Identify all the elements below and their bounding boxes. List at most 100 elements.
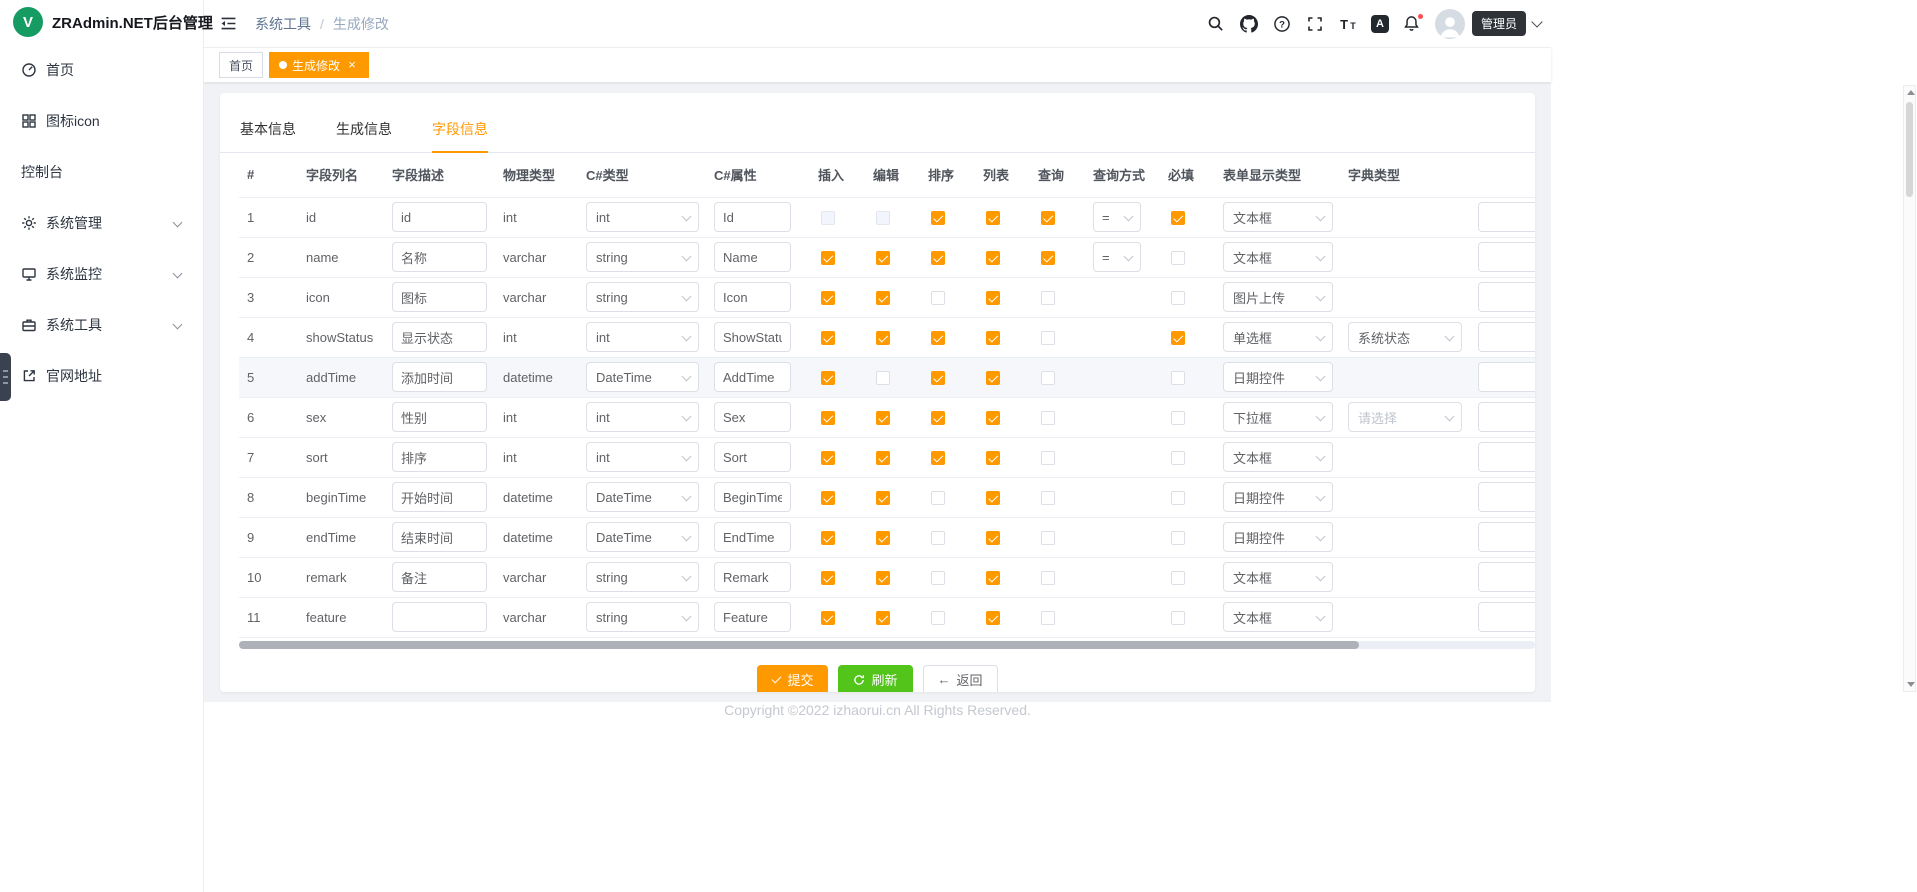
insert-checkbox[interactable]	[821, 451, 835, 465]
scroll-up-arrow[interactable]	[1907, 90, 1915, 95]
extra-input[interactable]	[1478, 442, 1535, 472]
desc-input[interactable]	[392, 402, 487, 432]
required-checkbox[interactable]	[1171, 291, 1185, 305]
sidebar-item-system-admin[interactable]: 系统管理	[0, 197, 203, 248]
list-checkbox[interactable]	[986, 491, 1000, 505]
query-checkbox[interactable]	[1041, 331, 1055, 345]
horizontal-scrollbar[interactable]	[239, 641, 1535, 649]
sort-checkbox[interactable]	[931, 611, 945, 625]
required-checkbox[interactable]	[1171, 531, 1185, 545]
html-type-select[interactable]: 单选框	[1223, 322, 1333, 352]
cs-type-select[interactable]: string	[586, 242, 699, 272]
cs-type-select[interactable]: string	[586, 602, 699, 632]
vertical-scrollbar-thumb[interactable]	[1906, 102, 1913, 197]
extra-input[interactable]	[1478, 522, 1535, 552]
edit-checkbox[interactable]	[876, 411, 890, 425]
refresh-button[interactable]: 刷新	[838, 665, 912, 693]
dict-type-select[interactable]: 请选择	[1348, 402, 1462, 432]
required-checkbox[interactable]	[1171, 331, 1185, 345]
sort-checkbox[interactable]	[931, 411, 945, 425]
insert-checkbox[interactable]	[821, 211, 835, 225]
insert-checkbox[interactable]	[821, 571, 835, 585]
required-checkbox[interactable]	[1171, 251, 1185, 265]
tag-home[interactable]: 首页	[219, 52, 263, 78]
fullscreen-icon[interactable]	[1305, 14, 1325, 34]
required-checkbox[interactable]	[1171, 411, 1185, 425]
vertical-scrollbar[interactable]	[1903, 85, 1916, 692]
html-type-select[interactable]: 文本框	[1223, 442, 1333, 472]
desc-input[interactable]	[392, 522, 487, 552]
cs-attr-input[interactable]	[714, 202, 791, 232]
query-checkbox[interactable]	[1041, 611, 1055, 625]
sort-checkbox[interactable]	[931, 571, 945, 585]
cs-attr-input[interactable]	[714, 362, 791, 392]
query-checkbox[interactable]	[1041, 411, 1055, 425]
list-checkbox[interactable]	[986, 291, 1000, 305]
query-type-select[interactable]: =	[1093, 242, 1141, 272]
cs-type-select[interactable]: DateTime	[586, 482, 699, 512]
desc-input[interactable]	[392, 282, 487, 312]
user-menu[interactable]: 管理员	[1435, 9, 1541, 39]
edit-checkbox[interactable]	[876, 371, 890, 385]
desc-input[interactable]	[392, 562, 487, 592]
scroll-down-arrow[interactable]	[1907, 682, 1915, 687]
required-checkbox[interactable]	[1171, 571, 1185, 585]
html-type-select[interactable]: 文本框	[1223, 562, 1333, 592]
list-checkbox[interactable]	[986, 411, 1000, 425]
query-checkbox[interactable]	[1041, 451, 1055, 465]
cs-attr-input[interactable]	[714, 562, 791, 592]
html-type-select[interactable]: 文本框	[1223, 242, 1333, 272]
edit-checkbox[interactable]	[876, 291, 890, 305]
tab-field-info[interactable]: 字段信息	[432, 119, 488, 152]
html-type-select[interactable]: 文本框	[1223, 202, 1333, 232]
cs-type-select[interactable]: DateTime	[586, 362, 699, 392]
html-type-select[interactable]: 日期控件	[1223, 482, 1333, 512]
notification-bell-icon[interactable]	[1402, 14, 1422, 34]
desc-input[interactable]	[392, 322, 487, 352]
insert-checkbox[interactable]	[821, 611, 835, 625]
cs-type-select[interactable]: DateTime	[586, 522, 699, 552]
html-type-select[interactable]: 图片上传	[1223, 282, 1333, 312]
cs-attr-input[interactable]	[714, 522, 791, 552]
query-checkbox[interactable]	[1041, 531, 1055, 545]
query-type-select[interactable]: =	[1093, 202, 1141, 232]
extra-input[interactable]	[1478, 482, 1535, 512]
html-type-select[interactable]: 日期控件	[1223, 362, 1333, 392]
cs-attr-input[interactable]	[714, 402, 791, 432]
tag-active[interactable]: 生成修改 ×	[269, 52, 369, 78]
query-checkbox[interactable]	[1041, 211, 1055, 225]
cs-type-select[interactable]: int	[586, 402, 699, 432]
query-checkbox[interactable]	[1041, 291, 1055, 305]
font-size-icon[interactable]: TT	[1338, 14, 1358, 34]
cs-attr-input[interactable]	[714, 482, 791, 512]
insert-checkbox[interactable]	[821, 251, 835, 265]
insert-checkbox[interactable]	[821, 411, 835, 425]
sidebar-collapse-button[interactable]	[218, 14, 238, 34]
list-checkbox[interactable]	[986, 371, 1000, 385]
extra-input[interactable]	[1478, 282, 1535, 312]
cs-attr-input[interactable]	[714, 442, 791, 472]
list-checkbox[interactable]	[986, 331, 1000, 345]
desc-input[interactable]	[392, 602, 487, 632]
required-checkbox[interactable]	[1171, 611, 1185, 625]
html-type-select[interactable]: 下拉框	[1223, 402, 1333, 432]
sidebar-item-system-monitor[interactable]: 系统监控	[0, 248, 203, 299]
query-checkbox[interactable]	[1041, 371, 1055, 385]
cs-attr-input[interactable]	[714, 282, 791, 312]
query-checkbox[interactable]	[1041, 571, 1055, 585]
insert-checkbox[interactable]	[821, 371, 835, 385]
edit-checkbox[interactable]	[876, 571, 890, 585]
desc-input[interactable]	[392, 442, 487, 472]
required-checkbox[interactable]	[1171, 491, 1185, 505]
sort-checkbox[interactable]	[931, 251, 945, 265]
cs-type-select[interactable]: int	[586, 442, 699, 472]
close-icon[interactable]: ×	[345, 58, 359, 72]
settings-drawer-handle[interactable]	[0, 353, 11, 401]
horizontal-scrollbar-thumb[interactable]	[239, 641, 1359, 649]
required-checkbox[interactable]	[1171, 451, 1185, 465]
list-checkbox[interactable]	[986, 611, 1000, 625]
html-type-select[interactable]: 文本框	[1223, 602, 1333, 632]
list-checkbox[interactable]	[986, 451, 1000, 465]
list-checkbox[interactable]	[986, 251, 1000, 265]
list-checkbox[interactable]	[986, 531, 1000, 545]
